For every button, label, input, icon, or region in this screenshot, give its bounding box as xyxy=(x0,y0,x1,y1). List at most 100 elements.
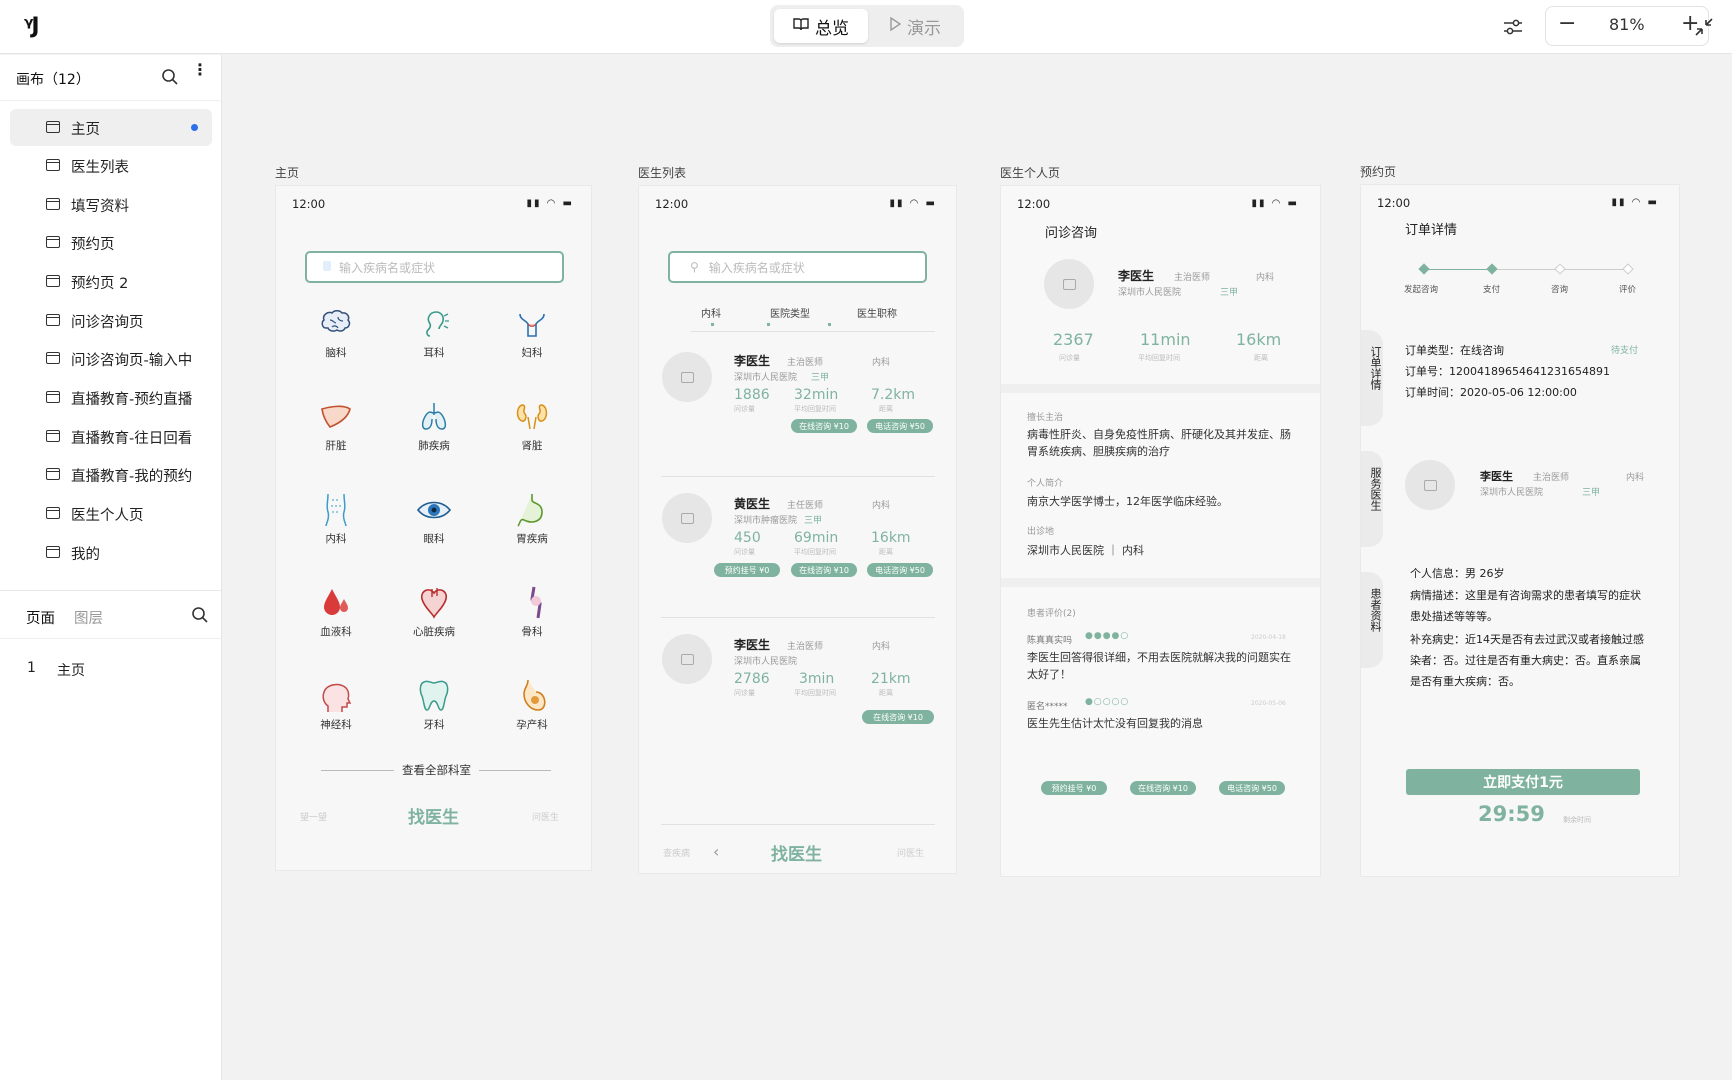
dept-gyn[interactable]: 妇科 xyxy=(502,306,562,360)
phone-consult-button[interactable]: 电话咨询 ¥50 xyxy=(1219,781,1285,795)
hospital-level: 三甲 xyxy=(804,516,823,526)
doctor-dept: 内科 xyxy=(872,642,891,652)
rating-stars: ●○○○○ xyxy=(1085,697,1130,707)
side-tab-patient[interactable]: 患者资料 xyxy=(1361,572,1383,668)
brain-icon xyxy=(321,310,351,332)
nav-right[interactable]: 问医生 xyxy=(897,846,924,859)
step-label: 评价 xyxy=(1619,285,1637,295)
frame-home[interactable]: 12:00 ▮▮ ◠ ▬ 输入疾病名或症状 脑科 耳科 妇科 肝脏 肺疾病 肾脏 … xyxy=(275,185,592,871)
design-canvas[interactable]: 主页 12:00 ▮▮ ◠ ▬ 输入疾病名或症状 脑科 耳科 妇科 肝脏 肺疾病 … xyxy=(223,55,1732,1080)
pay-button[interactable]: 立即支付1元 xyxy=(1406,769,1640,795)
sidebar-item-fill-info[interactable]: 填写资料 xyxy=(10,186,212,223)
tab-layers[interactable]: 图层 xyxy=(74,607,103,628)
layer-row[interactable]: 1 主页 xyxy=(0,654,222,684)
frame-doctor-list[interactable]: 12:00 ▮▮ ◠ ▬ ⚲ 输入疾病名或症状 内科 医院类型 医生职称 李医生 … xyxy=(638,185,957,874)
online-consult-button[interactable]: 在线咨询 ¥10 xyxy=(791,419,857,433)
dept-obstetrics[interactable]: 孕产科 xyxy=(502,678,562,732)
layer-search-icon[interactable] xyxy=(191,606,209,628)
doctor-avatar xyxy=(1405,460,1455,510)
sidebar-item-live-replay[interactable]: 直播教育-往日回看 xyxy=(10,418,212,455)
frame-doctor-page[interactable]: 12:00 ▮▮ ◠ ▬ 问诊咨询 李医生 主治医师 内科 深圳市人民医院 三甲 … xyxy=(1000,185,1321,877)
more-menu-icon[interactable]: ⋮ xyxy=(192,62,208,78)
sidebar-item-mine[interactable]: 我的 xyxy=(10,534,212,571)
tab-pages[interactable]: 页面 xyxy=(26,607,55,628)
side-tab-order[interactable]: 订单详情 xyxy=(1361,330,1383,426)
sidebar-item-consult[interactable]: 问诊咨询页 xyxy=(10,302,212,339)
doctor-card[interactable]: 李医生 主治医师 内科 深圳市人民医院 2786 3min 21km 问诊量 平… xyxy=(639,630,956,760)
side-tab-doctor[interactable]: 服务医生 xyxy=(1361,451,1383,547)
search-icon[interactable] xyxy=(161,68,179,90)
settings-sliders-icon[interactable] xyxy=(1497,11,1529,43)
sidebar-item-live-booking[interactable]: 直播教育-预约直播 xyxy=(10,379,212,416)
order-type: 订单类型：在线咨询 xyxy=(1405,344,1504,357)
filter-doctor-title[interactable]: 医生职称 xyxy=(857,305,897,320)
nav-left[interactable]: 望一望 xyxy=(300,810,327,823)
dept-liver[interactable]: 肝脏 xyxy=(306,399,366,453)
filter-hospital-type[interactable]: 医院类型 xyxy=(770,305,810,320)
sidebar-item-consult-typing[interactable]: 问诊咨询页-输入中 xyxy=(10,340,212,377)
tab-overview[interactable]: 总览 xyxy=(774,9,868,43)
dept-bone[interactable]: 骨科 xyxy=(502,585,562,639)
dept-kidney[interactable]: 肾脏 xyxy=(502,399,562,453)
online-consult-button[interactable]: 在线咨询 ¥10 xyxy=(862,710,934,724)
status-bar: 12:00 ▮▮ ◠ ▬ xyxy=(1377,196,1659,210)
doctor-card[interactable]: 李医生 主治医师 内科 深圳市人民医院 三甲 1886 32min 7.2km … xyxy=(639,346,956,476)
zoom-out-button[interactable]: − xyxy=(1558,11,1576,36)
zoom-level[interactable]: 81% xyxy=(1609,15,1645,34)
nav-find-doctor[interactable]: 找医生 xyxy=(408,803,459,828)
sidebar-item-doctor-list[interactable]: 医生列表 xyxy=(10,147,212,184)
dept-internal[interactable]: 内科 xyxy=(306,492,366,546)
torso-icon xyxy=(325,493,347,527)
doctor-card[interactable]: 黄医生 主任医师 内科 深圳市肿瘤医院 三甲 450 69min 16km 问诊… xyxy=(639,489,956,619)
step-marker xyxy=(1418,263,1430,275)
tab-present[interactable]: 演示 xyxy=(870,9,960,43)
page-icon xyxy=(46,275,60,287)
frame-booking[interactable]: 12:00 ▮▮ ◠ ▬ 订单详情 发起咨询 支付 咨询 评价 订单详情 服务医生… xyxy=(1360,184,1680,877)
app-logo[interactable]: ᵞJ xyxy=(24,14,40,39)
book-registration-button[interactable]: 预约挂号 ¥0 xyxy=(714,563,780,577)
frame-label-docpage[interactable]: 医生个人页 xyxy=(1000,164,1060,181)
doctor-dept: 内科 xyxy=(1626,473,1645,483)
dept-dental[interactable]: 牙科 xyxy=(404,678,464,732)
dept-ear[interactable]: 耳科 xyxy=(404,306,464,360)
ear-icon xyxy=(426,311,449,337)
doclist-search-input[interactable]: ⚲ 输入疾病名或症状 xyxy=(668,251,927,283)
hospital-level: 三甲 xyxy=(1582,488,1601,498)
phone-consult-button[interactable]: 电话咨询 ¥50 xyxy=(867,419,933,433)
online-consult-button[interactable]: 在线咨询 ¥10 xyxy=(791,563,857,577)
dept-stomach[interactable]: 胃疾病 xyxy=(502,492,562,546)
sidebar-item-home[interactable]: 主页 xyxy=(10,109,212,146)
sidebar-item-live-mine[interactable]: 直播教育-我的预约 xyxy=(10,456,212,493)
stat-consults: 450 xyxy=(734,530,761,546)
view-all-depts-link[interactable]: 查看全部科室 xyxy=(394,762,479,778)
filter-dept[interactable]: 内科 xyxy=(701,305,721,320)
page-icon xyxy=(46,236,60,248)
frame-label-home[interactable]: 主页 xyxy=(275,164,299,181)
frame-label-doclist[interactable]: 医生列表 xyxy=(638,164,686,181)
heart-icon xyxy=(420,588,448,619)
sidebar-item-booking-2[interactable]: 预约页 2 xyxy=(10,263,212,300)
stomach-icon xyxy=(517,494,543,527)
collapse-icon[interactable] xyxy=(1688,11,1720,43)
sidebar-item-doctor-page[interactable]: 医生个人页 xyxy=(10,495,212,532)
frame-label-booking[interactable]: 预约页 xyxy=(1360,163,1396,180)
page-icon xyxy=(46,352,60,364)
dept-heart[interactable]: 心脏疾病 xyxy=(404,585,464,639)
chevron-left-icon[interactable]: ‹ xyxy=(713,842,719,861)
dept-blood[interactable]: 血液科 xyxy=(306,585,366,639)
dept-brain[interactable]: 脑科 xyxy=(306,306,366,360)
phone-consult-button[interactable]: 电话咨询 ¥50 xyxy=(867,563,933,577)
nav-right[interactable]: 问医生 xyxy=(532,810,559,823)
online-consult-button[interactable]: 在线咨询 ¥10 xyxy=(1130,781,1196,795)
book-registration-button[interactable]: 预约挂号 ¥0 xyxy=(1041,781,1107,795)
doctor-hospital: 深圳市肿瘤医院 xyxy=(734,516,798,526)
dept-lung[interactable]: 肺疾病 xyxy=(404,399,464,453)
doctor-name: 李医生 xyxy=(1480,470,1513,483)
order-status: 待支付 xyxy=(1611,346,1639,356)
dept-neuro[interactable]: 神经科 xyxy=(306,678,366,732)
sidebar-item-booking[interactable]: 预约页 xyxy=(10,224,212,261)
nav-left[interactable]: 查疾病 xyxy=(663,846,690,859)
home-search-input[interactable]: 输入疾病名或症状 xyxy=(305,251,564,283)
dept-eye[interactable]: 眼科 xyxy=(404,492,464,546)
nav-find-doctor[interactable]: 找医生 xyxy=(771,840,822,865)
